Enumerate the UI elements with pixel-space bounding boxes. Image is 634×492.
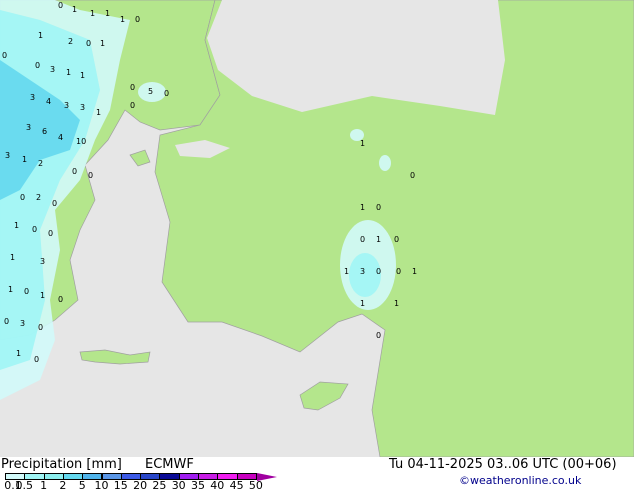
precip-value-label: 0 xyxy=(130,101,135,110)
precip-value-label: 2 xyxy=(36,193,41,202)
precip-value-label: 1 xyxy=(96,108,101,117)
precip-value-label: 0 xyxy=(130,83,135,92)
legend-label: 45 xyxy=(229,479,244,492)
precip-value-label: 2 xyxy=(38,159,43,168)
precip-value-label: 0 xyxy=(58,295,63,304)
precip-value-label: 1 xyxy=(66,68,71,77)
precip-value-label: 0 xyxy=(4,317,9,326)
legend-label: 5 xyxy=(78,479,86,492)
precip-value-label: 0 xyxy=(394,235,399,244)
precip-value-label: 1 xyxy=(16,349,21,358)
legend-label: 15 xyxy=(113,479,128,492)
precip-value-label: 0 xyxy=(20,193,25,202)
precip-value-label: 3 xyxy=(50,65,55,74)
precip-value-label: 4 xyxy=(46,97,51,106)
precip-value-label: 1 xyxy=(360,139,365,148)
precip-value-label: 0 xyxy=(38,323,43,332)
precip-value-label: 3 xyxy=(26,123,31,132)
precip-value-label: 0 xyxy=(86,39,91,48)
precip-value-label: 6 xyxy=(42,127,47,136)
valid-time: Tu 04-11-2025 03..06 UTC (00+06) xyxy=(389,457,617,472)
legend-label: 10 xyxy=(94,479,109,492)
precip-value-label: 0 xyxy=(24,287,29,296)
precip-value-label: 3 xyxy=(30,93,35,102)
precip-value-label: 1 xyxy=(376,235,381,244)
legend-label: 30 xyxy=(171,479,186,492)
precip-value-label: 3 xyxy=(5,151,10,160)
precip-value-label: 0 xyxy=(48,229,53,238)
precip-value-label: 1 xyxy=(412,267,417,276)
precip-value-label: 1 xyxy=(360,203,365,212)
legend-label: 40 xyxy=(210,479,225,492)
model-name: ECMWF xyxy=(145,457,194,472)
precip-value-label: 0 xyxy=(58,1,63,10)
credit-link[interactable]: ©weatheronline.co.uk xyxy=(459,474,581,487)
precip-value-label: 3 xyxy=(64,101,69,110)
precip-value-label: 5 xyxy=(148,87,153,96)
precip-value-label: 1 xyxy=(40,291,45,300)
precip-value-label: 1 xyxy=(80,71,85,80)
legend-label: 35 xyxy=(191,479,205,492)
precip-value-label: 1 xyxy=(394,299,399,308)
precip-value-label: 0 xyxy=(135,15,140,24)
precip-value-label: 1 xyxy=(120,15,125,24)
precip-value-label: 3 xyxy=(40,257,45,266)
precip-value-label: 0 xyxy=(410,171,415,180)
precip-value-label: 1 xyxy=(14,221,19,230)
precipitation-map: 0 1 1 11 012 0 100 3 1 10 5 03 4 3 3103 64 103 1 20 00 201 0 0… xyxy=(0,0,634,457)
precip-value-label: 0 xyxy=(376,203,381,212)
precip-value-label: 0 xyxy=(52,199,57,208)
precip-value-label: 0 xyxy=(360,235,365,244)
precip-value-label: 3 xyxy=(360,267,365,276)
precip-value-label: 0 xyxy=(88,171,93,180)
precip-value-label: 1 xyxy=(72,5,77,14)
precip-value-label: 0 xyxy=(164,89,169,98)
precip-value-label: 0 xyxy=(32,225,37,234)
precip-value-label: 0 xyxy=(72,167,77,176)
legend-label: 20 xyxy=(133,479,148,492)
precip-0.1 xyxy=(379,155,391,171)
precip-value-label: 1 xyxy=(8,285,13,294)
precip-value-label: 1 xyxy=(90,9,95,18)
map-title: Precipitation [mm] xyxy=(1,457,122,472)
precip-value-label: 2 xyxy=(68,37,73,46)
precip-value-label: 10 xyxy=(76,137,86,146)
precip-value-label: 0 xyxy=(396,267,401,276)
precip-value-label: 0 xyxy=(34,355,39,364)
precip-value-label: 1 xyxy=(10,253,15,262)
precip-value-label: 3 xyxy=(20,319,25,328)
precip-value-label: 4 xyxy=(58,133,63,142)
precip-value-label: 3 xyxy=(80,103,85,112)
legend-label: 0.5 xyxy=(15,479,34,492)
precip-value-label: 0 xyxy=(376,267,381,276)
precip-value-label: 1 xyxy=(22,155,27,164)
precip-value-label: 0 xyxy=(376,331,381,340)
precip-value-label: 1 xyxy=(100,39,105,48)
legend-label: 50 xyxy=(248,479,263,492)
legend-label: 2 xyxy=(59,479,67,492)
precip-value-label: 1 xyxy=(344,267,349,276)
precip-value-label: 1 xyxy=(38,31,43,40)
precip-value-label: 1 xyxy=(105,9,110,18)
precip-value-label: 1 xyxy=(360,299,365,308)
legend-label: 25 xyxy=(152,479,167,492)
precip-value-label: 0 xyxy=(35,61,40,70)
precip-value-label: 0 xyxy=(2,51,7,60)
legend-bar: Precipitation [mm] ECMWF Tu 04-11-2025 0… xyxy=(0,457,634,492)
legend-label: 1 xyxy=(40,479,48,492)
